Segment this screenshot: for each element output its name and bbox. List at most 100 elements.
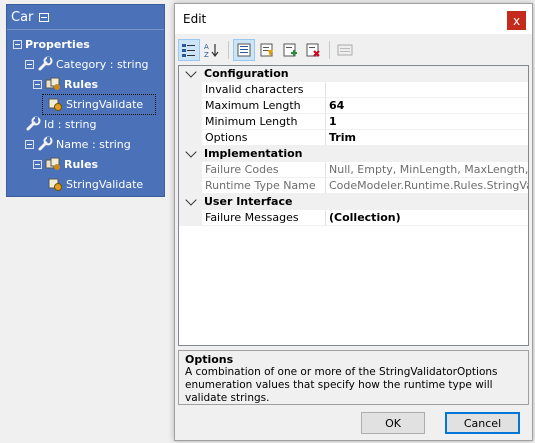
svg-text:Z: Z — [204, 51, 209, 58]
tree-item-label: StringValidate — [66, 177, 144, 191]
chevron-down-icon — [184, 194, 197, 206]
tree-item[interactable]: Name : string — [7, 134, 164, 154]
add-button[interactable] — [279, 39, 301, 61]
tree-item-label: Properties — [25, 37, 90, 51]
delete-icon — [306, 43, 320, 57]
toolbar-separator — [329, 41, 330, 59]
tree-item[interactable]: StringValidate — [7, 94, 164, 115]
tree-item[interactable]: Category : string — [7, 54, 164, 74]
property-value[interactable]: 1 — [326, 114, 528, 130]
help-description: A combination of one or more of the Stri… — [185, 366, 498, 404]
properties-button[interactable] — [233, 39, 255, 61]
edit-dialog: Edit x A Z Configuration Invalid charact… — [174, 3, 533, 441]
category-toggle[interactable] — [179, 146, 202, 162]
wrench-icon — [37, 136, 53, 152]
close-icon: x — [512, 13, 521, 28]
row-gutter — [179, 178, 202, 194]
tree-item[interactable]: Id : string — [7, 114, 164, 134]
grid-category[interactable]: Configuration — [179, 66, 528, 82]
property-name: Runtime Type Name — [202, 178, 326, 194]
grid-property-row[interactable]: Minimum Length 1 — [179, 114, 528, 130]
collapse-icon[interactable] — [39, 12, 50, 22]
events-icon — [260, 43, 273, 57]
property-name: Options — [202, 130, 326, 146]
close-button[interactable]: x — [507, 11, 526, 30]
ok-button[interactable]: OK — [361, 412, 425, 434]
property-value[interactable]: (Collection) — [326, 210, 528, 226]
chevron-down-icon — [184, 66, 197, 78]
category-name: Implementation — [204, 147, 303, 160]
collapse-icon[interactable] — [25, 59, 34, 69]
delete-button[interactable] — [302, 39, 324, 61]
grid-property-row[interactable]: Failure Codes Null, Empty, MinLength, Max… — [179, 162, 528, 178]
rules-icon — [45, 156, 61, 172]
property-name: Failure Codes — [202, 162, 326, 178]
properties-icon — [237, 43, 251, 57]
categorized-button[interactable] — [178, 39, 200, 61]
entity-header[interactable]: Car — [7, 5, 164, 29]
property-value[interactable]: Trim — [326, 130, 528, 146]
rule-item-icon — [47, 176, 63, 192]
svg-text:A: A — [204, 43, 209, 51]
tree-item[interactable]: Properties — [7, 34, 164, 54]
property-value[interactable]: Null, Empty, MinLength, MaxLength, Inva — [326, 162, 528, 178]
help-title: Options — [185, 353, 234, 366]
tree-item-label: Category : string — [56, 57, 149, 71]
wrench-icon — [37, 56, 53, 72]
property-name: Minimum Length — [202, 114, 326, 130]
property-pages-icon — [337, 44, 353, 56]
add-icon — [283, 43, 297, 57]
events-button[interactable] — [256, 39, 278, 61]
tree-item[interactable]: StringValidate — [7, 174, 164, 194]
categorized-icon — [182, 44, 195, 57]
row-gutter — [179, 210, 202, 226]
property-grid-toolbar: A Z — [178, 38, 357, 62]
property-value[interactable]: 64 — [326, 98, 528, 114]
cancel-button[interactable]: Cancel — [445, 412, 520, 434]
grid-property-row[interactable]: Options Trim — [179, 130, 528, 146]
collapse-icon[interactable] — [13, 39, 22, 49]
help-panel: Options A combination of one or more of … — [178, 350, 529, 405]
alphabetical-button[interactable]: A Z — [201, 39, 223, 61]
category-name: Configuration — [204, 67, 289, 80]
grid-property-row[interactable]: Maximum Length 64 — [179, 98, 528, 114]
tree-item[interactable]: Rules — [7, 74, 164, 94]
property-value[interactable]: CodeModeler.Runtime.Rules.StringValidat — [326, 178, 528, 194]
property-pages-button[interactable] — [334, 39, 356, 61]
grid-property-row[interactable]: Runtime Type Name CodeModeler.Runtime.Rul… — [179, 178, 528, 194]
wrench-icon — [25, 116, 41, 132]
tree-item-label: Rules — [64, 77, 99, 91]
row-gutter — [179, 162, 202, 178]
row-gutter — [179, 114, 202, 130]
property-name: Failure Messages — [202, 210, 326, 226]
grid-property-row[interactable]: Failure Messages (Collection) — [179, 210, 528, 226]
property-name: Maximum Length — [202, 98, 326, 114]
rules-icon — [45, 76, 61, 92]
dialog-title: Edit — [183, 12, 207, 26]
alphabetical-icon: A Z — [204, 43, 219, 58]
grid-property-row[interactable]: Invalid characters — [179, 82, 528, 98]
tree-item-label: Name : string — [56, 137, 131, 151]
grid-category[interactable]: User Interface — [179, 194, 528, 210]
entity-tree: Properties Category : string Rules StringVa… — [7, 29, 164, 194]
tree-item-label: Rules — [64, 157, 99, 171]
row-gutter — [179, 130, 202, 146]
property-value[interactable] — [326, 82, 528, 98]
category-toggle[interactable] — [179, 194, 202, 210]
collapse-icon[interactable] — [33, 159, 42, 169]
collapse-icon[interactable] — [33, 79, 42, 89]
category-toggle[interactable] — [179, 66, 202, 82]
grid-category[interactable]: Implementation — [179, 146, 528, 162]
collapse-icon[interactable] — [25, 139, 34, 149]
row-gutter — [179, 98, 202, 114]
model-designer-panel: Car Properties Category : string Rules Stri… — [6, 4, 165, 197]
entity-title: Car — [11, 9, 34, 25]
chevron-down-icon — [184, 146, 197, 158]
row-gutter — [179, 82, 202, 98]
dialog-titlebar: Edit — [175, 4, 532, 34]
toolbar-separator — [228, 41, 229, 59]
selection-frame — [42, 94, 156, 115]
property-name: Invalid characters — [202, 82, 326, 98]
tree-item[interactable]: Rules — [7, 154, 164, 174]
category-name: User Interface — [204, 195, 293, 208]
